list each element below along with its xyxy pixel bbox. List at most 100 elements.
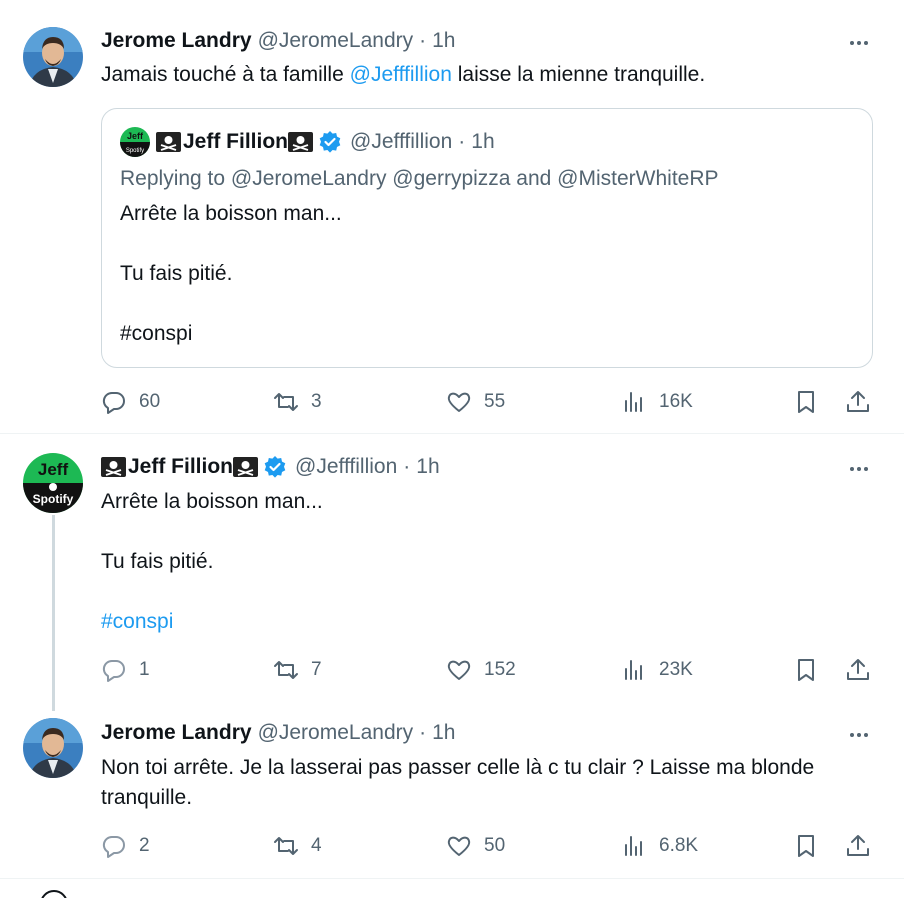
tweet-line-2: Tu fais pitié. bbox=[101, 550, 214, 573]
replying-to: Replying to @JeromeLandry @gerrypizza an… bbox=[120, 167, 719, 190]
author-name[interactable]: Jerome Landry bbox=[101, 721, 252, 745]
timestamp[interactable]: 1h bbox=[432, 29, 455, 53]
like-button[interactable]: 55 bbox=[446, 387, 505, 417]
hashtag-link[interactable]: #conspi bbox=[101, 607, 874, 637]
retweet-button[interactable]: 7 bbox=[273, 655, 322, 685]
share-button[interactable] bbox=[845, 831, 883, 861]
view-count: 23K bbox=[659, 659, 693, 680]
author-name[interactable]: Jerome Landry bbox=[101, 29, 252, 53]
bookmark-button[interactable] bbox=[793, 387, 831, 417]
pirate-flag-icon bbox=[156, 132, 181, 152]
like-count: 50 bbox=[484, 835, 506, 856]
reply-count: 1 bbox=[139, 659, 150, 680]
quote-header: Jeff Spotify Jeff Fillion @Jefffillion ·… bbox=[120, 127, 495, 157]
views-button[interactable]: 6.8K bbox=[621, 831, 698, 861]
avatar-jeff-fillion[interactable]: Jeff Spotify bbox=[23, 453, 83, 513]
bookmark-icon bbox=[798, 391, 814, 413]
retweet-icon bbox=[274, 661, 298, 679]
reply-count: 2 bbox=[139, 835, 150, 856]
separator: · bbox=[419, 721, 427, 744]
avatar-jerome-landry[interactable] bbox=[23, 718, 83, 778]
tweet-2[interactable]: Jeff Spotify Jeff Fillion @Jefffillion ·… bbox=[0, 435, 904, 701]
reply-button[interactable]: 2 bbox=[101, 831, 150, 861]
like-count: 55 bbox=[484, 391, 506, 412]
like-count: 152 bbox=[484, 659, 516, 680]
reply-icon bbox=[102, 659, 125, 682]
quote-author-name: Jeff Fillion bbox=[183, 130, 288, 153]
share-icon bbox=[847, 659, 869, 680]
avatar-jerome-landry[interactable] bbox=[23, 27, 83, 87]
retweet-count: 7 bbox=[311, 659, 322, 680]
tweet-3[interactable]: Jerome Landry @JeromeLandry · 1h Non toi… bbox=[0, 701, 904, 879]
retweet-count: 3 bbox=[311, 391, 322, 412]
like-icon bbox=[447, 836, 471, 856]
action-bar: 1 7 152 23K bbox=[101, 655, 881, 685]
author-name[interactable]: Jeff Fillion bbox=[128, 455, 233, 479]
separator: · bbox=[403, 455, 411, 478]
share-icon bbox=[847, 391, 869, 412]
views-icon bbox=[625, 660, 642, 680]
quoted-tweet[interactable]: Jeff Spotify Jeff Fillion @Jefffillion ·… bbox=[101, 108, 873, 368]
tweet-header: Jeff Fillion @Jefffillion · 1h bbox=[101, 455, 864, 479]
tweet-header: Jerome Landry @JeromeLandry · 1h bbox=[101, 29, 864, 53]
bookmark-button[interactable] bbox=[793, 655, 831, 685]
quote-author-handle: @Jefffillion bbox=[350, 130, 453, 153]
avatar-text-top: Jeff bbox=[38, 460, 69, 479]
avatar-text-bottom: Spotify bbox=[33, 492, 74, 506]
pirate-flag-icon bbox=[101, 457, 126, 477]
bookmark-button[interactable] bbox=[793, 831, 831, 861]
pirate-flag-icon bbox=[288, 132, 313, 152]
more-icon[interactable] bbox=[844, 459, 874, 479]
quote-line-1: Arrête la boisson man... bbox=[120, 202, 342, 225]
author-handle[interactable]: @JeromeLandry bbox=[258, 29, 414, 53]
retweet-count: 4 bbox=[311, 835, 322, 856]
svg-text:Spotify: Spotify bbox=[126, 148, 144, 154]
author-handle[interactable]: @JeromeLandry bbox=[258, 721, 414, 745]
views-button[interactable]: 23K bbox=[621, 655, 693, 685]
tweet-line-1: Arrête la boisson man... bbox=[101, 490, 323, 513]
tweet-text-start: Jamais touché à ta famille bbox=[101, 63, 350, 86]
timestamp[interactable]: 1h bbox=[416, 455, 439, 479]
pirate-flag-icon bbox=[233, 457, 258, 477]
reply-count: 60 bbox=[139, 391, 161, 412]
separator: · bbox=[458, 130, 466, 153]
views-button[interactable]: 16K bbox=[621, 387, 693, 417]
verified-icon bbox=[263, 455, 287, 479]
separator: · bbox=[419, 29, 427, 52]
bookmark-icon bbox=[798, 659, 814, 681]
share-icon bbox=[847, 835, 869, 856]
more-icon[interactable] bbox=[844, 33, 874, 53]
reply-icon bbox=[102, 391, 125, 414]
reply-button[interactable]: 60 bbox=[101, 387, 160, 417]
mention-link[interactable]: @Jefffillion bbox=[350, 63, 452, 86]
more-icon[interactable] bbox=[844, 725, 874, 745]
tweet-text: Jamais touché à ta famille @Jefffillion … bbox=[101, 60, 874, 90]
reply-button[interactable]: 1 bbox=[101, 655, 150, 685]
tweet-header: Jerome Landry @JeromeLandry · 1h bbox=[101, 721, 864, 745]
view-count: 6.8K bbox=[659, 835, 699, 856]
share-button[interactable] bbox=[845, 655, 883, 685]
author-handle[interactable]: @Jefffillion bbox=[295, 455, 397, 479]
like-button[interactable]: 152 bbox=[446, 655, 516, 685]
next-tweet-avatar bbox=[40, 890, 68, 898]
like-button[interactable]: 50 bbox=[446, 831, 505, 861]
tweet-1[interactable]: Jerome Landry @JeromeLandry · 1h Jamais … bbox=[0, 0, 904, 434]
tweet-text-end: laisse la mienne tranquille. bbox=[451, 63, 706, 86]
view-count: 16K bbox=[659, 391, 693, 412]
retweet-button[interactable]: 3 bbox=[273, 387, 322, 417]
share-button[interactable] bbox=[845, 387, 883, 417]
verified-icon bbox=[318, 130, 342, 154]
like-icon bbox=[447, 392, 471, 412]
retweet-icon bbox=[274, 393, 298, 411]
svg-text:Jeff: Jeff bbox=[127, 131, 144, 141]
action-bar: 2 4 50 6.8K bbox=[101, 831, 881, 861]
like-icon bbox=[447, 660, 471, 680]
retweet-button[interactable]: 4 bbox=[273, 831, 322, 861]
quote-line-2: Tu fais pitié. bbox=[120, 262, 233, 285]
bookmark-icon bbox=[798, 835, 814, 857]
quote-hashtag: #conspi bbox=[120, 322, 193, 345]
timestamp[interactable]: 1h bbox=[432, 721, 455, 745]
views-icon bbox=[625, 392, 642, 412]
quote-timestamp: 1h bbox=[471, 130, 495, 153]
tweet-text: Non toi arrête. Je la lasserai pas passe… bbox=[101, 756, 815, 809]
